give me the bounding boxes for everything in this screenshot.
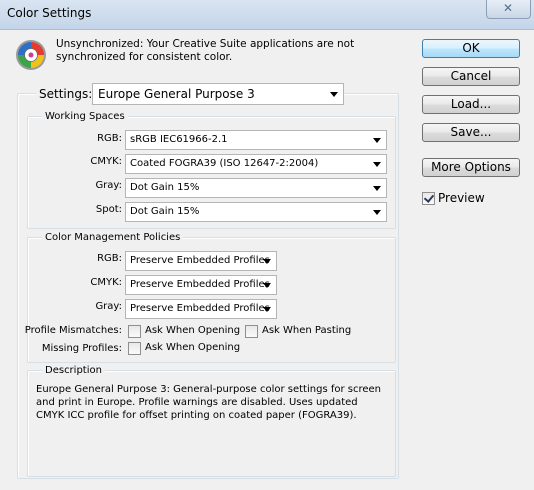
ws-cmyk-label: CMYK: xyxy=(90,156,122,167)
load-button[interactable]: Load... xyxy=(422,95,520,114)
ws-spot-dropdown[interactable]: Dot Gain 15% xyxy=(125,202,387,222)
dropdown-arrow-icon xyxy=(263,307,271,312)
ws-rgb-label: RGB: xyxy=(97,133,122,144)
settings-value: Europe General Purpose 3 xyxy=(98,87,255,101)
policy-gray-value: Preserve Embedded Profiles xyxy=(130,303,270,314)
settings-label: Settings: xyxy=(36,86,96,102)
mismatch-ask-opening-label: Ask When Opening xyxy=(145,325,241,336)
preview-label: Preview xyxy=(438,191,485,205)
dropdown-arrow-icon xyxy=(330,92,338,97)
ws-gray-dropdown[interactable]: Dot Gain 15% xyxy=(125,178,387,198)
mismatch-ask-pasting-checkbox[interactable] xyxy=(245,325,258,338)
sync-status-text: Unsynchronized: Your Creative Suite appl… xyxy=(56,38,355,63)
ws-spot-value: Dot Gain 15% xyxy=(130,206,200,217)
ws-cmyk-dropdown[interactable]: Coated FOGRA39 (ISO 12647-2:2004) xyxy=(125,154,387,174)
save-button[interactable]: Save... xyxy=(422,123,520,142)
ws-gray-label: Gray: xyxy=(95,180,122,191)
ws-rgb-dropdown[interactable]: sRGB IEC61966-2.1 xyxy=(125,130,387,150)
policy-cmyk-label: CMYK: xyxy=(90,277,122,288)
policy-gray-dropdown[interactable]: Preserve Embedded Profiles xyxy=(125,299,277,319)
cancel-button[interactable]: Cancel xyxy=(422,67,520,86)
description-title: Description xyxy=(42,364,105,377)
mismatch-ask-opening-checkbox[interactable] xyxy=(128,325,141,338)
dropdown-arrow-icon xyxy=(373,162,381,167)
window-close-button[interactable]: ✕ xyxy=(486,0,531,19)
ws-spot-label: Spot: xyxy=(95,204,122,215)
ok-button[interactable]: OK xyxy=(422,39,520,58)
window-title: Color Settings xyxy=(7,6,92,20)
title-bar: Color Settings ✕ xyxy=(0,0,534,30)
missing-ask-opening-checkbox[interactable] xyxy=(128,342,141,355)
settings-dropdown[interactable]: Europe General Purpose 3 xyxy=(92,83,344,105)
color-wheel-icon xyxy=(16,40,46,70)
profile-mismatches-label: Profile Mismatches: xyxy=(24,325,122,336)
policy-gray-label: Gray: xyxy=(95,301,122,312)
dropdown-arrow-icon xyxy=(373,138,381,143)
missing-profiles-label: Missing Profiles: xyxy=(41,343,122,354)
policy-rgb-value: Preserve Embedded Profiles xyxy=(130,255,270,266)
mismatch-ask-pasting-label: Ask When Pasting xyxy=(262,325,352,336)
preview-checkbox[interactable] xyxy=(422,192,435,205)
ws-gray-value: Dot Gain 15% xyxy=(130,182,200,193)
description-text: Europe General Purpose 3: General-purpos… xyxy=(36,384,382,421)
policies-title: Color Management Policies xyxy=(42,231,184,244)
policy-cmyk-dropdown[interactable]: Preserve Embedded Profiles xyxy=(125,275,277,295)
more-options-button[interactable]: More Options xyxy=(422,158,520,177)
working-spaces-title: Working Spaces xyxy=(42,110,128,123)
policy-rgb-label: RGB: xyxy=(97,253,122,264)
close-icon: ✕ xyxy=(503,1,514,15)
missing-ask-opening-label: Ask When Opening xyxy=(145,342,241,353)
dropdown-arrow-icon xyxy=(373,210,381,215)
ws-rgb-value: sRGB IEC61966-2.1 xyxy=(130,134,228,145)
policy-rgb-dropdown[interactable]: Preserve Embedded Profiles xyxy=(125,251,277,271)
dropdown-arrow-icon xyxy=(263,283,271,288)
dropdown-arrow-icon xyxy=(373,186,381,191)
ws-cmyk-value: Coated FOGRA39 (ISO 12647-2:2004) xyxy=(130,158,319,169)
dropdown-arrow-icon xyxy=(263,259,271,264)
policy-cmyk-value: Preserve Embedded Profiles xyxy=(130,279,270,290)
